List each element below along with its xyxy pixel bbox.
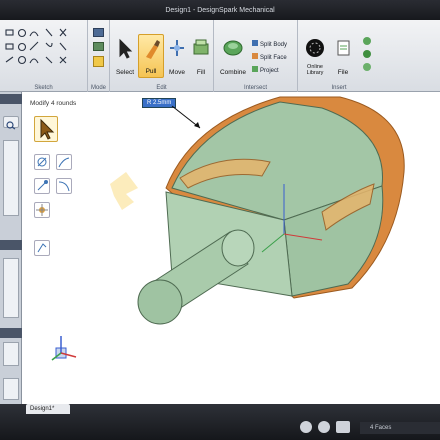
insert-small-tools-icon[interactable]	[360, 36, 374, 76]
select-button[interactable]: Select	[112, 34, 138, 78]
panel-search-button[interactable]	[3, 116, 19, 130]
ribbon-toolbar: Sketch Mode Select Pull Move Fill Edit C	[0, 20, 440, 92]
intersect-group: Combine Split Body Split Face Project In…	[214, 20, 298, 92]
move-icon	[170, 40, 184, 56]
display-options-icon[interactable]	[318, 421, 330, 433]
move-label: Move	[169, 69, 185, 76]
axis-indicator	[51, 336, 77, 361]
panel-header-middle	[0, 240, 22, 250]
split-body-label: Split Body	[260, 42, 288, 48]
file-icon	[337, 40, 350, 56]
file-button[interactable]: File	[332, 34, 354, 78]
document-tab-label: Design1*	[30, 406, 55, 412]
file-label: File	[337, 69, 349, 76]
selection-count-box: 4 Faces	[360, 422, 440, 434]
fill-icon	[193, 39, 209, 55]
options-pane[interactable]	[3, 258, 19, 318]
sketch-mode-icon[interactable]	[93, 28, 104, 37]
panel-header-lower	[0, 328, 22, 338]
project-icon	[252, 66, 258, 72]
design-canvas[interactable]: Modify 4 rounds R 2.5mm	[22, 92, 440, 404]
fill-button[interactable]: Fill	[188, 34, 214, 78]
layers-pane[interactable]	[3, 378, 19, 400]
selection-count: 4 Faces	[370, 425, 392, 431]
fill-label: Fill	[196, 69, 206, 76]
split-body-icon	[252, 40, 258, 46]
insert-group-label: Insert	[331, 85, 347, 91]
sketch-tools-icon[interactable]	[4, 26, 84, 74]
search-icon	[6, 121, 16, 130]
properties-pane[interactable]	[3, 342, 19, 366]
mode-group: Mode	[88, 20, 110, 92]
sketch-group-label: Sketch	[34, 85, 53, 91]
move-button[interactable]: Move	[164, 34, 190, 78]
pull-direction-arrowhead	[194, 122, 200, 128]
split-face-label: Split Face	[260, 55, 287, 61]
insert-group: Online Library File Insert	[298, 20, 380, 92]
project-label: Project	[260, 68, 279, 74]
status-bar: Design1* 4 Faces	[0, 404, 440, 440]
edit-group: Select Pull Move Fill Edit	[110, 20, 214, 92]
sketch-group: Sketch	[0, 20, 88, 92]
split-face-button[interactable]: Split Face	[252, 53, 287, 61]
shaft-back-end	[221, 229, 255, 267]
pull-button[interactable]: Pull	[138, 34, 164, 78]
pull-ghost-arrow	[110, 172, 138, 210]
combine-button[interactable]: Combine	[218, 34, 248, 78]
select-label: Select	[115, 69, 135, 76]
selection-filter-icon[interactable]	[336, 421, 350, 433]
intersect-group-label: Intersect	[243, 85, 267, 91]
panel-header-top	[0, 94, 22, 104]
mode-group-label: Mode	[90, 85, 106, 91]
3d-mode-icon[interactable]	[93, 56, 104, 67]
structure-panel-strip	[0, 92, 22, 410]
pull-icon	[146, 40, 160, 59]
view-options-icon[interactable]	[300, 421, 312, 433]
window-title: Design1 - DesignSpark Mechanical	[165, 7, 275, 14]
combine-label: Combine	[219, 69, 246, 76]
edit-group-label: Edit	[156, 85, 167, 91]
model-viewport[interactable]	[22, 92, 440, 404]
online-library-label: Online Library	[306, 64, 324, 76]
online-library-icon	[306, 39, 324, 57]
project-button[interactable]: Project	[252, 66, 279, 74]
shaft-front-end[interactable]	[137, 279, 183, 325]
select-arrow-icon	[119, 38, 133, 59]
pull-label: Pull	[145, 68, 157, 75]
split-body-button[interactable]: Split Body	[252, 40, 287, 48]
structure-tree-pane[interactable]	[3, 140, 19, 216]
combine-icon	[223, 40, 243, 56]
document-tab[interactable]: Design1*	[26, 404, 70, 414]
title-bar: Design1 - DesignSpark Mechanical	[0, 0, 440, 20]
split-face-icon	[252, 53, 258, 59]
online-library-button[interactable]: Online Library	[300, 34, 330, 78]
section-mode-icon[interactable]	[93, 42, 104, 51]
